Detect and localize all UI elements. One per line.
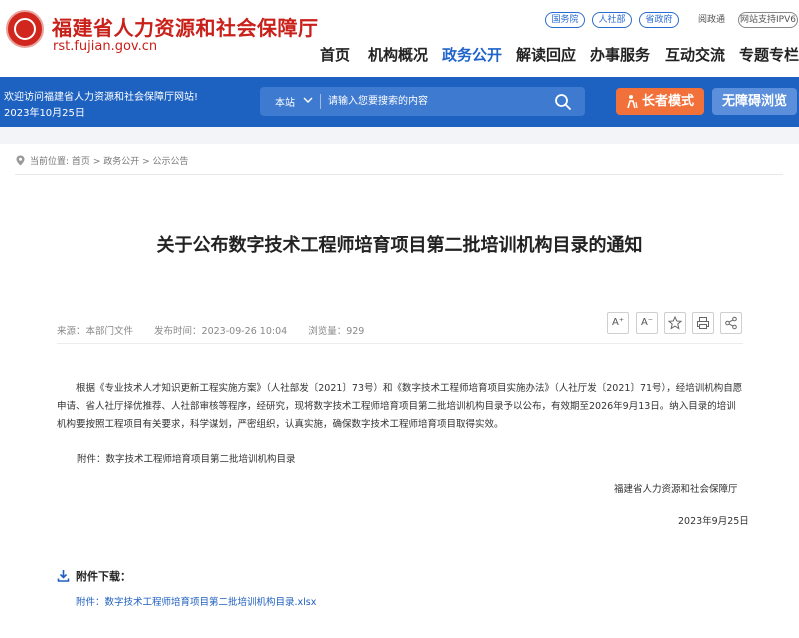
elder-person-icon: [627, 95, 638, 109]
article-body: 根据《专业技术人才知识更新工程实施方案》（人社部发〔2021〕73号）和《数字技…: [57, 383, 743, 430]
nav-interaction[interactable]: 互动交流: [665, 44, 725, 65]
site-header: 福建省人力资源和社会保障厅 rst.fujian.gov.cn 国务院 人社部 …: [0, 0, 799, 77]
share-icon: [725, 316, 737, 330]
printer-icon: [697, 317, 709, 329]
download-section-title: 附件下载：: [76, 570, 131, 583]
nav-services[interactable]: 办事服务: [590, 44, 650, 65]
location-pin-icon: [16, 155, 25, 166]
nav-home[interactable]: 首页: [320, 44, 350, 65]
breadcrumb-separator: >: [142, 157, 153, 167]
elder-mode-button[interactable]: 长者模式: [616, 88, 704, 115]
meta-divider: [57, 343, 743, 344]
breadcrumb-prefix: 当前位置:: [30, 157, 70, 167]
elder-mode-label: 长者模式: [642, 94, 695, 109]
breadcrumb-gov-affairs[interactable]: 政务公开: [103, 157, 139, 167]
article-published: 发布时间：2023-09-26 10:04: [154, 326, 288, 337]
ipv6-badge: 网站支持IPV6: [738, 12, 798, 28]
article-meta: 来源：本部门文件 发布时间：2023-09-26 10:04 浏览量：929: [57, 323, 382, 337]
current-date: 2023年10月25日: [4, 108, 85, 119]
site-name[interactable]: 福建省人力资源和社会保障厅: [52, 12, 319, 41]
star-icon: [667, 315, 683, 330]
search-input[interactable]: [328, 91, 548, 112]
print-button[interactable]: [692, 312, 714, 334]
attachment-icon: [57, 570, 70, 582]
attachment-download-link[interactable]: 附件：数字技术工程师培育项目第二批培训机构目录.xlsx: [76, 594, 316, 608]
breadcrumb-divider: [15, 174, 783, 175]
issue-date: 2023年9月25日: [678, 516, 749, 527]
nav-interpretation[interactable]: 解读回应: [516, 44, 576, 65]
chevron-down-icon[interactable]: [301, 93, 315, 107]
link-province[interactable]: 省政府: [639, 12, 679, 28]
link-mohrss[interactable]: 人社部: [592, 12, 632, 28]
nav-about[interactable]: 机构概况: [368, 44, 428, 65]
attachment-note: 附件：数字技术工程师培育项目第二批培训机构目录: [77, 454, 296, 465]
search-icon[interactable]: [553, 92, 573, 112]
breadcrumb-separator: >: [92, 157, 104, 167]
font-increase-button[interactable]: A⁺: [607, 312, 629, 334]
accessible-browse-button[interactable]: 无障碍浏览: [712, 88, 797, 115]
article-container: 当前位置: 首页 > 政务公开 > 公示公告 关于公布数字技术工程师培育项目第二…: [0, 144, 799, 638]
search-box: 本站: [260, 87, 585, 116]
banner: 欢迎访问福建省人力资源和社会保障厅网站! 2023年10月25日 本站 长者模式…: [0, 77, 799, 127]
nav-topics[interactable]: 专题专栏: [739, 44, 799, 65]
share-button[interactable]: [720, 312, 742, 334]
search-divider: [320, 94, 321, 109]
favorite-button[interactable]: [664, 312, 686, 334]
article-source: 来源：本部门文件: [57, 326, 134, 337]
link-read-gov[interactable]: 阅政通: [698, 12, 725, 28]
nav-gov-affairs[interactable]: 政务公开: [442, 44, 502, 65]
article-views: 浏览量：929: [308, 326, 365, 337]
search-scope-select[interactable]: 本站: [275, 94, 295, 109]
site-domain: rst.fujian.gov.cn: [53, 39, 158, 54]
welcome-text: 欢迎访问福建省人力资源和社会保障厅网站!: [4, 92, 199, 103]
breadcrumb-home[interactable]: 首页: [72, 157, 90, 167]
issuer-signature: 福建省人力资源和社会保障厅: [614, 484, 738, 495]
link-state-council[interactable]: 国务院: [545, 12, 585, 28]
font-decrease-button[interactable]: A⁻: [636, 312, 658, 334]
breadcrumb-notices[interactable]: 公示公告: [153, 157, 189, 167]
site-logo-emblem-icon[interactable]: [6, 10, 44, 48]
article-title: 关于公布数字技术工程师培育项目第二批培训机构目录的通知: [156, 235, 643, 256]
